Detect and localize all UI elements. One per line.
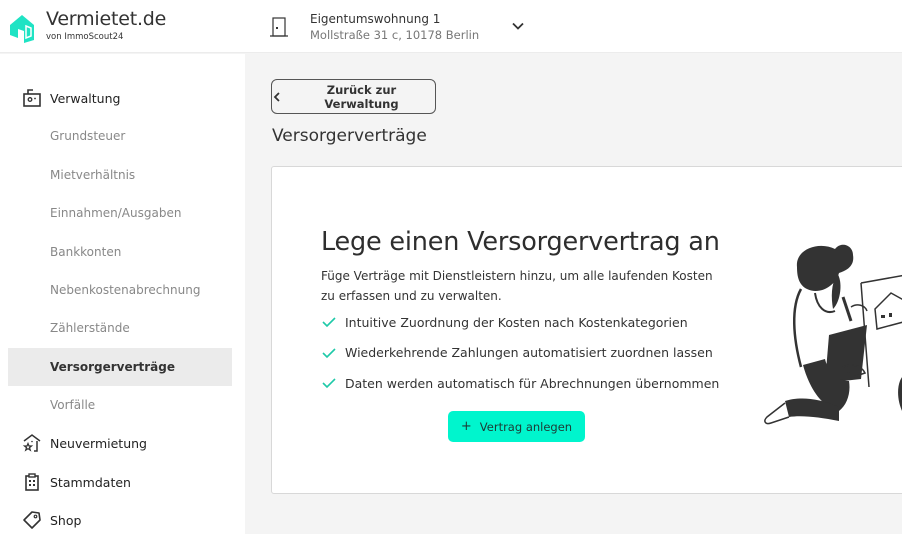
sidebar-item-label: Zählerstände — [50, 321, 130, 335]
sidebar-item-vorfaelle[interactable]: Vorfälle — [8, 386, 232, 424]
sidebar-item-einnahmen-ausgaben[interactable]: Einnahmen/Ausgaben — [8, 194, 232, 232]
feature-item: Daten werden automatisch für Abrechnunge… — [322, 368, 719, 399]
person-with-laptop-illustration — [764, 244, 902, 425]
feature-list: Intuitive Zuordnung der Kosten nach Kost… — [322, 307, 719, 399]
card-description: Füge Verträge mit Dienstleistern hinzu, … — [321, 269, 713, 303]
sidebar-item-label: Neuvermietung — [50, 435, 147, 451]
sidebar-item-label: Stammdaten — [50, 474, 131, 490]
check-icon — [322, 348, 336, 358]
add-contract-button[interactable]: + Vertrag anlegen — [448, 411, 585, 442]
sidebar-item-nebenkostenabrechnung[interactable]: Nebenkostenabrechnung — [8, 271, 232, 309]
chevron-down-icon[interactable] — [511, 19, 525, 33]
sidebar-item-label: Einnahmen/Ausgaben — [50, 206, 182, 220]
sidebar-item-label: Verwaltung — [50, 90, 121, 106]
back-to-verwaltung-button[interactable]: Zurück zur Verwaltung — [271, 79, 436, 114]
briefcase-icon — [23, 89, 41, 107]
card-title: Lege einen Versorgervertrag an — [321, 227, 720, 257]
sidebar-item-grundsteuer[interactable]: Grundsteuer — [8, 117, 232, 155]
sidebar-item-zaehlerstaende[interactable]: Zählerstände — [8, 309, 232, 347]
sidebar-item-label: Mietverhältnis — [50, 168, 136, 182]
feature-item: Intuitive Zuordnung der Kosten nach Kost… — [322, 307, 719, 338]
sidebar-item-neuvermietung[interactable]: Neuvermietung — [8, 424, 232, 462]
clipboard-icon — [25, 473, 39, 491]
feature-text: Intuitive Zuordnung der Kosten nach Kost… — [345, 314, 688, 330]
sidebar-item-label: Vorfälle — [50, 398, 96, 412]
sidebar-item-label: Nebenkostenabrechnung — [50, 283, 201, 297]
sidebar-item-label: Versorgerverträge — [50, 360, 175, 374]
sidebar-item-stammdaten[interactable]: Stammdaten — [8, 463, 232, 501]
top-header: Vermietet.de von ImmoScout24 Eigentumswo… — [0, 0, 902, 53]
sidebar-item-label: Bankkonten — [50, 245, 122, 259]
feature-item: Wiederkehrende Zahlungen automatisiert z… — [322, 338, 719, 369]
brand-name: Vermietet.de — [46, 8, 167, 30]
page-title: Versorgerverträge — [272, 126, 427, 146]
sidebar-item-label: Grundsteuer — [50, 129, 126, 143]
empty-state-card: Lege einen Versorgervertrag an Füge Vert… — [271, 166, 902, 494]
check-icon — [322, 317, 336, 328]
tag-icon — [23, 511, 41, 529]
logo-house-icon — [10, 15, 34, 43]
feature-text: Wiederkehrende Zahlungen automatisiert z… — [345, 345, 713, 361]
property-selector[interactable]: Eigentumswohnung 1 Mollstraße 31 c, 1017… — [268, 8, 538, 46]
sidebar-item-mietverhaeltnis[interactable]: Mietverhältnis — [8, 156, 232, 194]
sidebar-item-shop[interactable]: Shop — [8, 501, 232, 534]
brand-logo[interactable]: Vermietet.de von ImmoScout24 — [8, 8, 166, 44]
feature-text: Daten werden automatisch für Abrechnunge… — [345, 375, 720, 391]
sidebar-item-verwaltung[interactable]: Verwaltung — [8, 79, 232, 117]
check-icon — [322, 378, 336, 389]
plus-icon: + — [460, 419, 472, 434]
chevron-left-icon — [273, 91, 280, 102]
property-name: Eigentumswohnung 1 — [310, 11, 441, 26]
sidebar: Verwaltung Grundsteuer Mietverhältnis Ei… — [0, 54, 245, 534]
back-button-label: Zurück zur Verwaltung — [324, 82, 399, 111]
add-contract-label: Vertrag anlegen — [479, 419, 573, 434]
house-star-icon — [22, 434, 41, 452]
door-icon — [270, 17, 288, 37]
brand-subtitle: von ImmoScout24 — [46, 32, 124, 42]
sidebar-item-bankkonten[interactable]: Bankkonten — [8, 233, 232, 271]
property-address: Mollstraße 31 c, 10178 Berlin — [310, 27, 480, 42]
sidebar-item-label: Shop — [50, 512, 82, 528]
sidebar-item-versorgervertraege[interactable]: Versorgerverträge — [8, 348, 232, 386]
